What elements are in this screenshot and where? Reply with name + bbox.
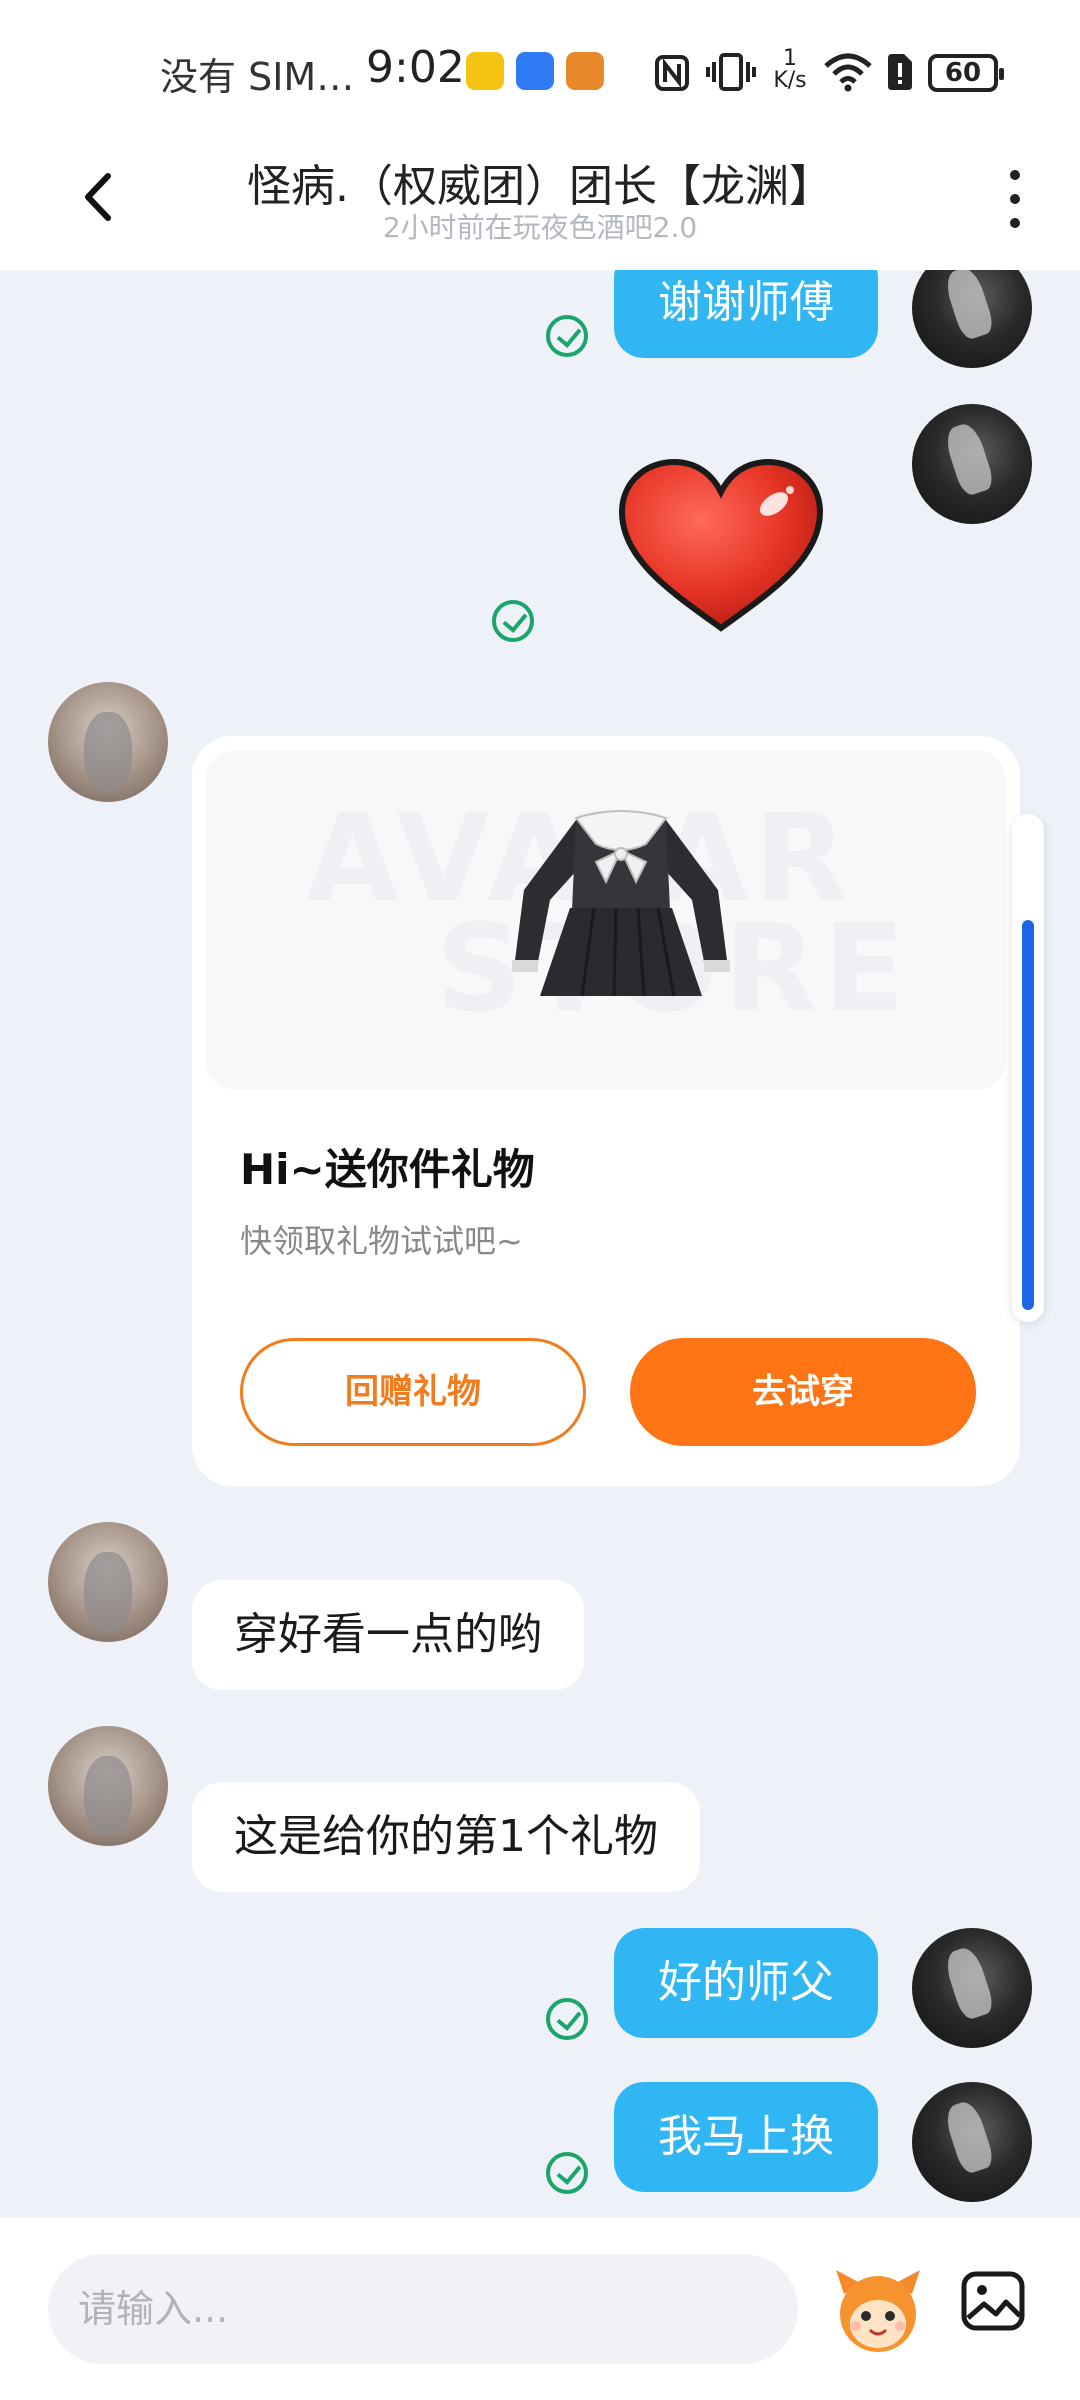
friend-avatar[interactable] — [48, 1726, 168, 1846]
message-bubble-mine[interactable]: 谢谢师傅 — [614, 270, 878, 358]
heart-sticker[interactable] — [614, 456, 828, 636]
message-bubble-mine[interactable]: 我马上换 — [614, 2082, 878, 2192]
gift-title: Hi~送你件礼物 — [240, 1145, 535, 1194]
sailor-dress-image — [512, 810, 730, 997]
clock: 9:02 — [366, 42, 465, 93]
scrollbar[interactable] — [1012, 814, 1044, 1322]
game-notification-icon — [566, 52, 604, 90]
input-bar — [0, 2218, 1080, 2400]
message-list[interactable]: 谢谢师傅 AVATAR STORE — [0, 270, 1080, 2218]
read-check-icon — [546, 1998, 588, 2040]
read-check-icon — [546, 2152, 588, 2194]
my-avatar[interactable] — [912, 404, 1032, 524]
app-notification-icon — [516, 52, 554, 90]
net-speed: 1 K/s — [770, 48, 810, 92]
my-avatar[interactable] — [912, 1928, 1032, 2048]
wifi-icon — [824, 53, 872, 92]
chat-header: 怪病.（权威团）团长【龙渊】 2小时前在玩夜色酒吧2.0 — [0, 140, 1080, 270]
mascot-emoji-icon[interactable] — [832, 2264, 924, 2356]
message-input[interactable] — [48, 2254, 798, 2364]
more-vertical-icon[interactable] — [1000, 170, 1030, 234]
friend-avatar[interactable] — [48, 682, 168, 802]
return-gift-button[interactable]: 回赠礼物 — [240, 1338, 586, 1446]
my-avatar[interactable] — [912, 270, 1032, 368]
friend-avatar[interactable] — [48, 1522, 168, 1642]
chat-subtitle: 2小时前在玩夜色酒吧2.0 — [382, 211, 698, 244]
chat-title[interactable]: 怪病.（权威团）团长【龙渊】 — [0, 150, 1080, 214]
vibrate-icon — [706, 53, 756, 91]
message-bubble-friend[interactable]: 穿好看一点的哟 — [192, 1580, 584, 1690]
message-bubble-mine[interactable]: 好的师父 — [614, 1928, 878, 2038]
read-check-icon — [492, 600, 534, 642]
nfc-icon — [655, 55, 689, 91]
my-avatar[interactable] — [912, 2082, 1032, 2202]
read-check-icon — [546, 315, 588, 357]
image-icon[interactable] — [960, 2268, 1026, 2334]
try-on-button[interactable]: 去试穿 — [630, 1338, 976, 1446]
status-bar: 没有 SIM… 9:02 1 K/s 60 — [0, 0, 1080, 140]
battery-indicator: 60 — [928, 54, 1004, 92]
gift-image: AVATAR STORE — [206, 750, 1006, 1090]
alert-sim-icon — [888, 54, 912, 90]
net-speed-unit: K/s — [773, 68, 807, 93]
gift-card[interactable]: AVATAR STORE Hi~送你件礼物 快领取礼物试试吧~ — [192, 736, 1020, 1486]
carrier-label: 没有 SIM… — [160, 55, 355, 99]
scrollbar-thumb[interactable] — [1022, 920, 1034, 1310]
message-bubble-friend[interactable]: 这是给你的第1个礼物 — [192, 1782, 700, 1892]
app-notification-icon — [466, 52, 504, 90]
gift-subtitle: 快领取礼物试试吧~ — [240, 1222, 523, 1260]
